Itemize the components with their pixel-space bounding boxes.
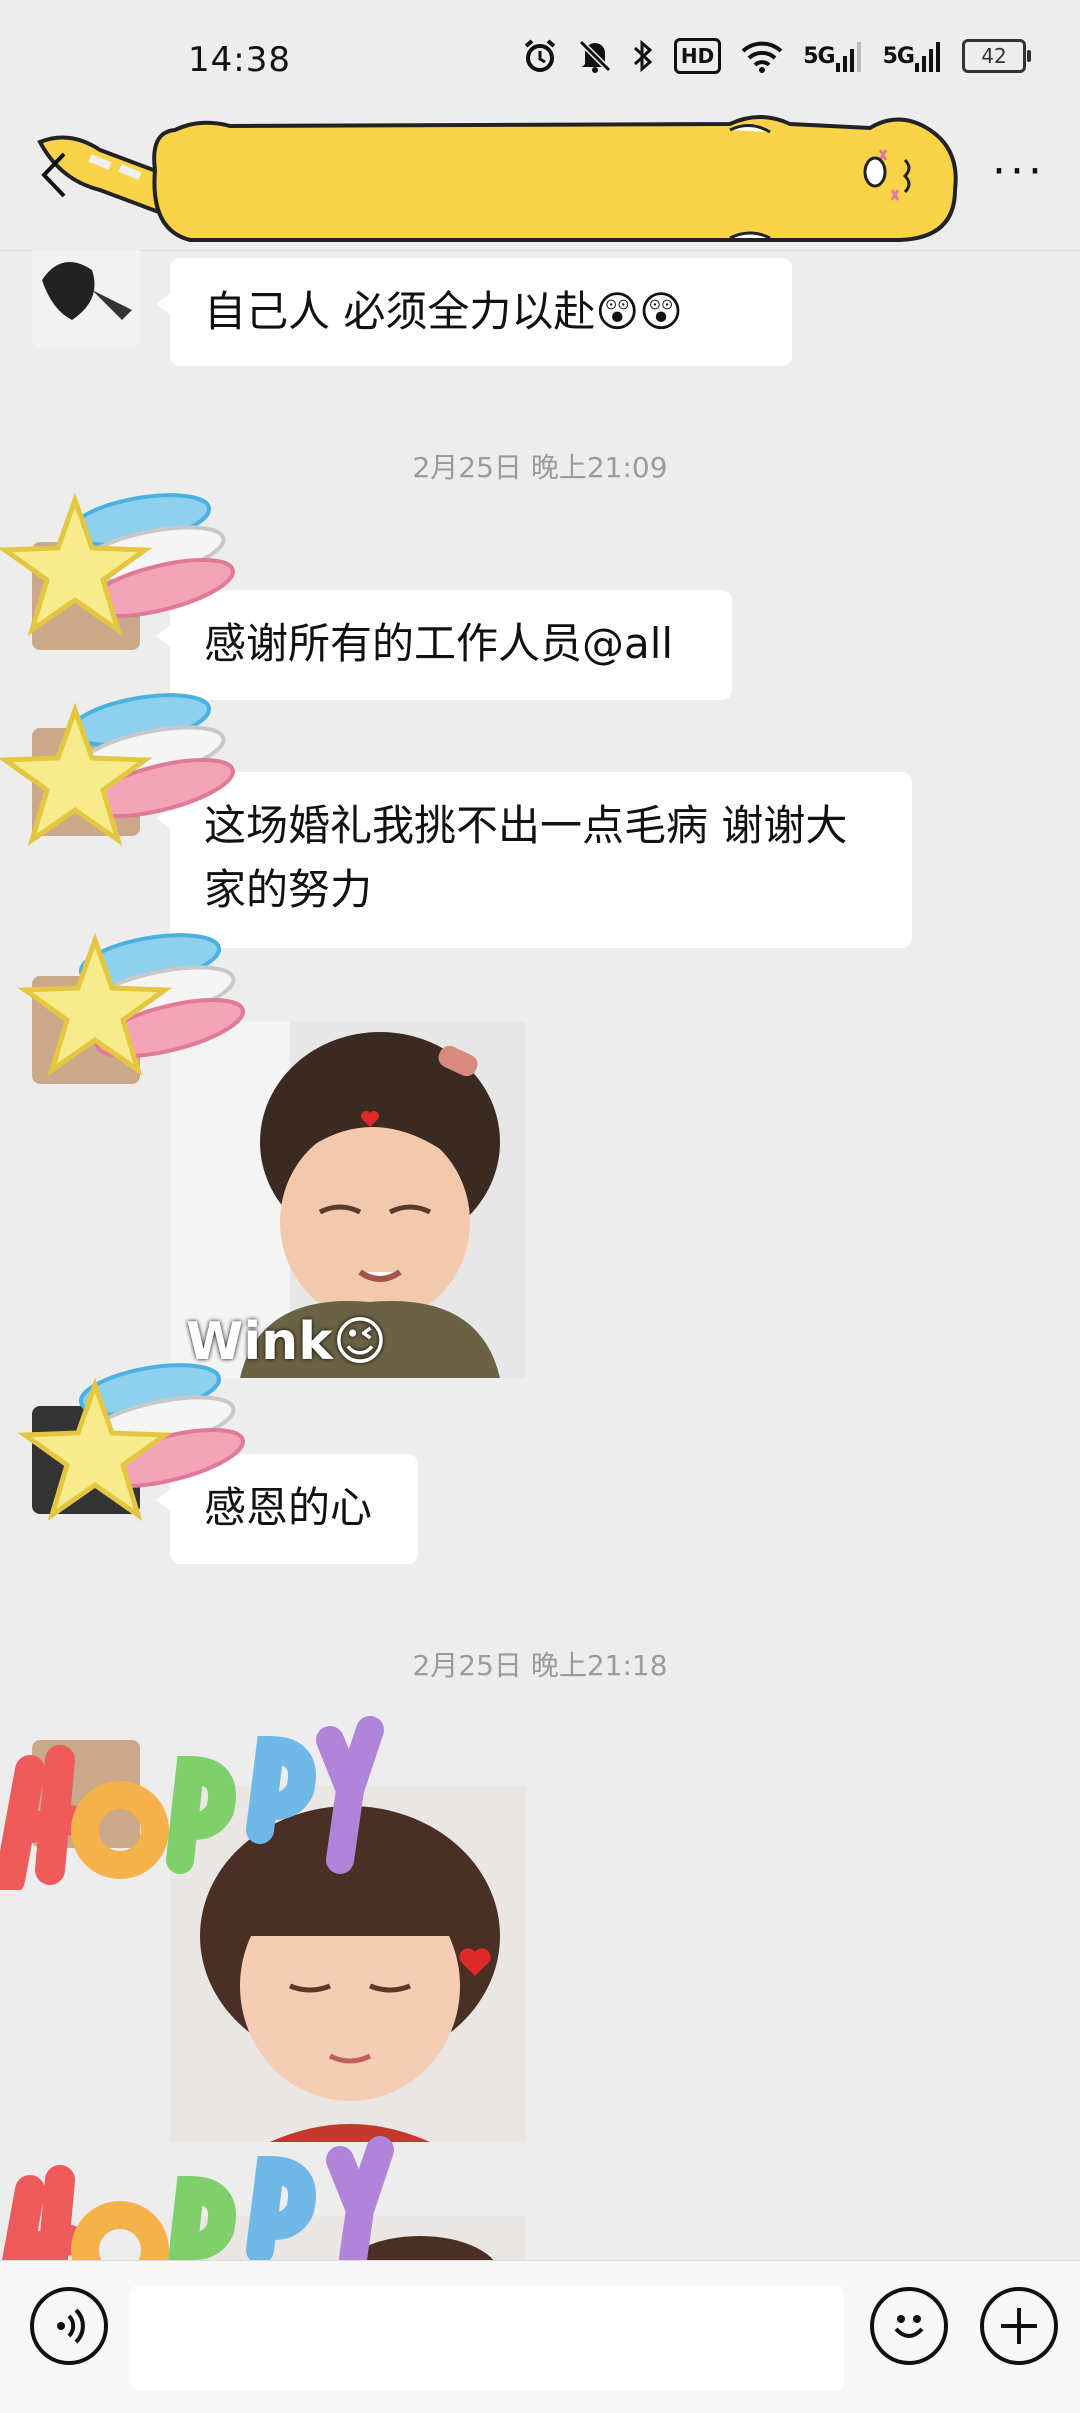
status-time: 14:38	[188, 40, 291, 80]
timestamp: 2月25日 晚上21:09	[412, 451, 668, 484]
message-bubble[interactable]: 感谢所有的工作人员@all	[156, 590, 732, 700]
status-bar: 14:38 HD 5G 5G 42	[0, 0, 1080, 110]
back-button[interactable]	[38, 150, 68, 213]
alarm-icon	[522, 36, 558, 76]
happy-avatar-frame	[0, 1716, 384, 1890]
happy-avatar-frame	[2, 2136, 394, 2260]
message-bubble[interactable]: 这场婚礼我挑不出一点毛病 谢谢大家的努力	[156, 772, 912, 948]
plus-button[interactable]	[980, 2287, 1058, 2365]
message-bubble[interactable]: 自己人 必须全力以赴😲😲	[156, 258, 792, 366]
status-icons: HD 5G 5G 42	[522, 36, 1031, 76]
5g-signal-icon-2: 5G	[883, 36, 942, 76]
chevron-left-icon	[41, 152, 66, 198]
emoji-button[interactable]	[870, 2287, 948, 2365]
chat-header: ···	[0, 110, 1080, 251]
wifi-icon	[741, 36, 783, 76]
yellow-cat-banner	[37, 115, 958, 242]
star-avatar-frame	[17, 932, 245, 1077]
star-avatar-frame	[0, 693, 235, 847]
more-button[interactable]: ···	[992, 146, 1046, 197]
star-avatar-frame	[17, 1363, 245, 1522]
voice-button[interactable]	[30, 2287, 108, 2365]
battery-indicator: 42	[962, 39, 1031, 73]
more-icon: ···	[992, 146, 1046, 197]
hd-voice-icon: HD	[673, 38, 722, 74]
voice-icon	[57, 2308, 85, 2344]
mute-icon	[578, 36, 612, 76]
5g-signal-icon: 5G	[803, 36, 862, 76]
chat-messages[interactable]: 自己人 必须全力以赴😲😲 2月25日 晚上21:09 感谢所有的工作人员@all…	[0, 250, 1080, 2260]
star-avatar-frame	[0, 492, 235, 637]
bluetooth-icon	[632, 36, 654, 76]
avatar[interactable]	[32, 250, 140, 348]
timestamp: 2月25日 晚上21:18	[412, 1649, 668, 1682]
message-text: 这场婚礼我挑不出一点毛病 谢谢大家的努力	[204, 801, 848, 914]
emoji-icon	[894, 2315, 924, 2338]
message-input[interactable]	[130, 2285, 844, 2391]
message-text: 感谢所有的工作人员@all	[204, 619, 674, 668]
message-text: 自己人 必须全力以赴😲😲	[204, 287, 683, 336]
input-bar	[0, 2260, 1080, 2413]
plus-icon	[1001, 2308, 1037, 2344]
